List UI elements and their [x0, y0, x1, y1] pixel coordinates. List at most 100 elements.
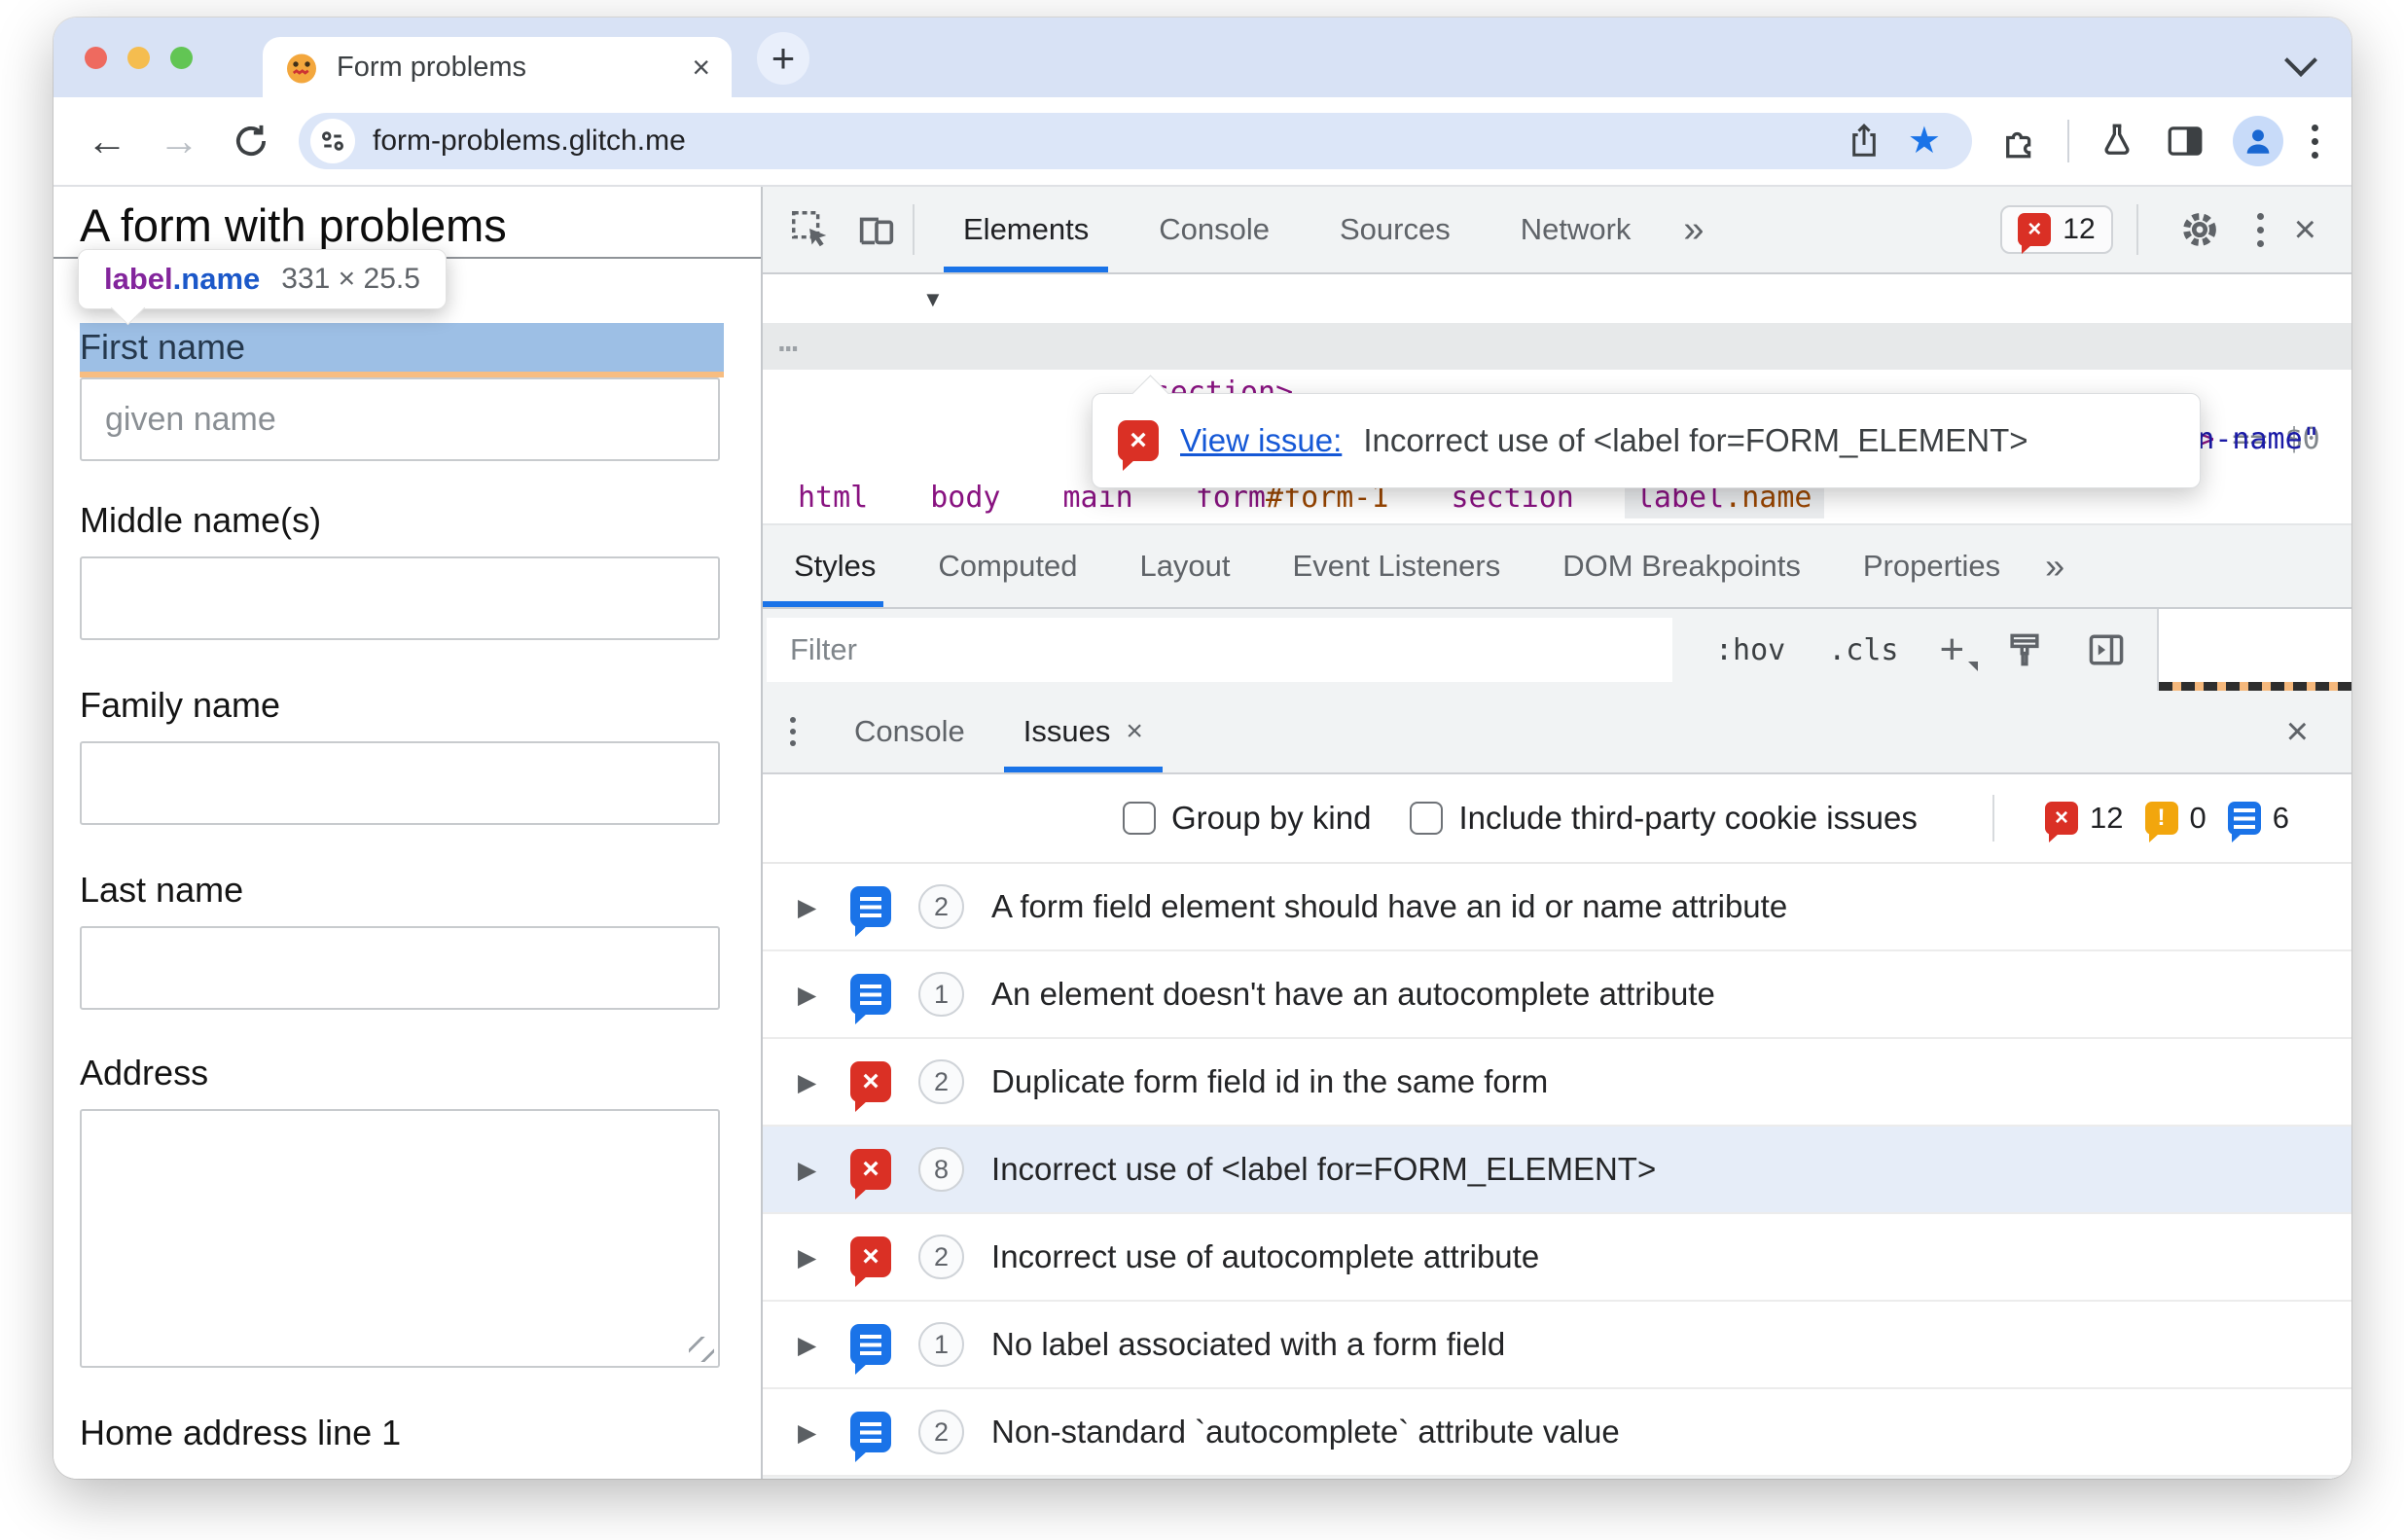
group-by-kind-checkbox[interactable]	[1123, 802, 1156, 835]
inspect-overlay-tooltip: label .name 331 × 25.5	[78, 249, 447, 309]
window-controls	[85, 47, 193, 69]
styles-tab[interactable]: Computed	[907, 525, 1108, 607]
forward-button[interactable]: →	[159, 121, 199, 161]
first-name-input[interactable]	[80, 377, 720, 461]
counts-separator	[1992, 795, 1995, 842]
issue-kind-icon	[850, 1149, 891, 1200]
drawer-tab-console[interactable]: Console	[825, 691, 994, 772]
view-issue-link[interactable]: View issue:	[1180, 422, 1342, 459]
side-panel-icon[interactable]	[2165, 121, 2206, 161]
expand-arrow-icon[interactable]: ▶	[798, 1331, 823, 1359]
issue-row[interactable]: ▶ 8 Incorrect use of <label for=FORM_ELE…	[763, 1127, 2351, 1214]
rendering-brush-icon[interactable]	[2003, 628, 2046, 671]
back-button[interactable]: ←	[87, 121, 127, 161]
extensions-puzzle-icon[interactable]	[1999, 121, 2040, 161]
drawer-tab-issues[interactable]: Issues ×	[994, 691, 1172, 772]
styles-tab[interactable]: Styles	[763, 525, 907, 607]
new-style-rule-button[interactable]: +	[1940, 628, 1978, 671]
code-line-section[interactable]: ▼ <section>	[763, 276, 2351, 410]
issue-kind-icon	[850, 1412, 891, 1462]
share-icon[interactable]	[1846, 123, 1883, 160]
close-window-button[interactable]	[85, 47, 107, 69]
expand-arrow-icon[interactable]: ▶	[798, 1243, 823, 1271]
experiments-flask-icon[interactable]	[2097, 121, 2137, 161]
devtools-tab[interactable]: Sources	[1305, 187, 1486, 272]
issue-title: A form field element should have an id o…	[991, 888, 1788, 924]
issue-row[interactable]: ▶ 2 A form field element should have an …	[763, 864, 2351, 951]
code-line-label-selected[interactable]: … <label for class="name" name="first-na…	[763, 321, 2351, 456]
issue-row[interactable]: ▶ 1 An element doesn't have an autocompl…	[763, 951, 2351, 1039]
drawer-close-icon[interactable]: ×	[2286, 710, 2309, 754]
devtools-tab[interactable]: Console	[1124, 187, 1305, 272]
expand-arrow-icon[interactable]: ▶	[798, 893, 823, 921]
profile-avatar[interactable]	[2233, 116, 2283, 166]
web-page: A form with problems label .name 331 × 25…	[54, 187, 763, 1479]
styles-tab[interactable]: Event Listeners	[1262, 525, 1532, 607]
error-bubble-icon	[2018, 213, 2052, 254]
url-text[interactable]: form-problems.glitch.me	[373, 125, 686, 158]
class-toggle[interactable]: .cls	[1828, 633, 1898, 667]
breadcrumb-item[interactable]: body	[918, 477, 1012, 519]
issue-count-badge: 0	[2144, 801, 2207, 842]
devtools-close-icon[interactable]: ×	[2294, 210, 2316, 249]
address-label: Address	[80, 1053, 209, 1092]
devtools-menu-kebab-icon[interactable]	[2257, 212, 2265, 247]
family-name-input[interactable]	[80, 741, 720, 825]
issue-kind-icon	[2227, 802, 2261, 842]
issue-kind-icon	[850, 1324, 891, 1375]
expand-arrow-icon[interactable]: ▶	[798, 1418, 823, 1447]
third-party-checkbox[interactable]	[1410, 802, 1444, 835]
inspect-element-icon[interactable]	[788, 207, 833, 252]
browser-tab[interactable]: Form problems ×	[263, 37, 732, 97]
issue-row[interactable]: ▶ 2 Duplicate form field id in the same …	[763, 1039, 2351, 1127]
issue-row[interactable]: ▶ 2 Non-standard `autocomplete` attribut…	[763, 1389, 2351, 1477]
issue-count-pill: 2	[918, 1235, 965, 1279]
more-tabs-icon[interactable]: »	[1666, 209, 1721, 251]
styles-more-tabs-icon[interactable]: »	[2031, 546, 2078, 587]
computed-panel-toggle-icon[interactable]	[2085, 628, 2128, 671]
tab-close-icon[interactable]: ×	[692, 52, 710, 83]
issue-count-pill: 8	[918, 1147, 965, 1192]
site-settings-icon[interactable]	[310, 119, 355, 163]
node-menu-dots-icon[interactable]: …	[778, 317, 801, 364]
expand-arrow-icon[interactable]: ▶	[798, 1156, 823, 1184]
last-name-input[interactable]	[80, 926, 720, 1010]
toolbar-separator	[913, 204, 915, 255]
minimize-window-button[interactable]	[127, 47, 150, 69]
bookmark-star-icon[interactable]: ★	[1908, 123, 1941, 160]
hover-state-toggle[interactable]: :hov	[1715, 633, 1785, 667]
issue-tooltip-text: Incorrect use of <label for=FORM_ELEMENT…	[1363, 422, 2028, 458]
browser-window: Form problems × + ← → form-problems.glit…	[54, 18, 2351, 1479]
browser-menu-kebab-icon[interactable]	[2311, 124, 2318, 159]
drawer-menu-kebab-icon[interactable]	[790, 711, 796, 752]
styles-tab[interactable]: Layout	[1108, 525, 1261, 607]
reload-button[interactable]	[231, 121, 271, 161]
expand-arrow-icon[interactable]: ▶	[798, 1068, 823, 1096]
issue-count-badge: 6	[2227, 801, 2289, 842]
tab-strip: Form problems × +	[54, 18, 2351, 97]
styles-tab[interactable]: DOM Breakpoints	[1531, 525, 1832, 607]
home-address-label: Home address line 1	[80, 1413, 402, 1452]
breadcrumb-item[interactable]: html	[786, 477, 879, 519]
styles-tab[interactable]: Properties	[1832, 525, 2031, 607]
issue-row[interactable]: ▶ 2 Incorrect use of autocomplete attrib…	[763, 1214, 2351, 1302]
url-bar[interactable]: form-problems.glitch.me ★	[299, 113, 1972, 169]
issue-tooltip: View issue: Incorrect use of <label for=…	[1092, 393, 2201, 488]
disclosure-triangle-icon[interactable]: ▼	[922, 276, 944, 323]
error-counter-button[interactable]: 12	[2000, 205, 2113, 254]
expand-arrow-icon[interactable]: ▶	[798, 981, 823, 1009]
devtools-tab[interactable]: Elements	[928, 187, 1124, 272]
highlighted-first-name-label[interactable]: First name	[80, 323, 724, 372]
new-tab-button[interactable]: +	[757, 32, 809, 85]
window-content: A form with problems label .name 331 × 25…	[54, 187, 2351, 1479]
address-textarea[interactable]	[80, 1109, 720, 1368]
settings-gear-icon[interactable]	[2177, 207, 2222, 252]
device-toolbar-icon[interactable]	[854, 207, 899, 252]
maximize-window-button[interactable]	[170, 47, 193, 69]
middle-name-input[interactable]	[80, 556, 720, 640]
issues-tab-close-icon[interactable]: ×	[1126, 715, 1143, 748]
styles-filter-input[interactable]	[767, 618, 1672, 682]
tab-search-chevron-icon[interactable]	[2284, 44, 2317, 77]
issue-row[interactable]: ▶ 1 No label associated with a form fiel…	[763, 1302, 2351, 1389]
devtools-tab[interactable]: Network	[1486, 187, 1667, 272]
